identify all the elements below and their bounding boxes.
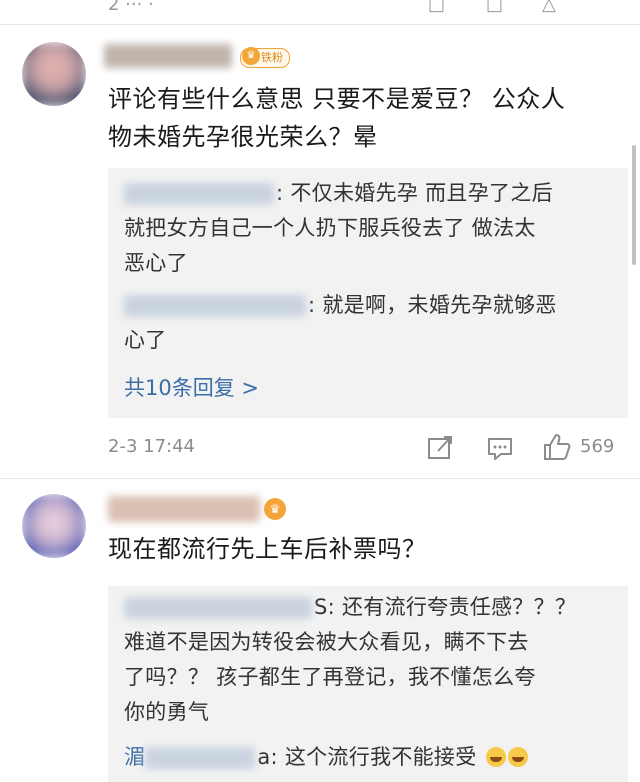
comment-body: 现在都流行先上车后补票吗？ bbox=[108, 530, 427, 568]
reply-line: 难道不是因为转役会被大众看见，瞒不下去 bbox=[124, 630, 529, 654]
scrollbar[interactable] bbox=[632, 145, 636, 265]
comment-icon[interactable] bbox=[486, 436, 514, 462]
reply-line: a: 这个流行我不能接受 bbox=[257, 745, 477, 769]
divider bbox=[0, 24, 640, 25]
fan-badge: ♛ 铁粉 bbox=[240, 47, 290, 68]
comment-line: 现在都流行先上车后补票吗？ bbox=[108, 535, 427, 563]
timestamp: 2-3 17:44 bbox=[108, 436, 195, 457]
divider bbox=[0, 478, 640, 479]
reply-item[interactable]: 湄 a: 这个流行我不能接受 bbox=[124, 740, 528, 775]
laughing-crying-emoji-icon bbox=[485, 747, 506, 767]
reply-line: 了吗？？ 孩子都生了再登记，我不懂怎么夸 bbox=[124, 665, 536, 689]
reply-preview-box[interactable]: S: 还有流行夸责任感？？？ 难道不是因为转役会被大众看见，瞒不下去 了吗？？ … bbox=[108, 586, 628, 782]
like-icon[interactable] bbox=[542, 432, 572, 462]
reply-preview-box[interactable]: : 不仅未婚先孕 而且孕了之后 就把女方自己一个人扔下服兵役去了 做法太 恶心了… bbox=[108, 168, 628, 418]
view-all-replies-link[interactable]: 共10条回复 > bbox=[124, 372, 259, 402]
crown-icon: ♛ bbox=[264, 498, 286, 520]
reply-line: 就把女方自己一个人扔下服兵役去了 做法太 bbox=[124, 216, 536, 240]
share-icon[interactable] bbox=[426, 435, 454, 461]
reply-username-redacted[interactable] bbox=[145, 747, 256, 769]
reply-username-redacted[interactable] bbox=[124, 597, 312, 619]
username-redacted[interactable] bbox=[104, 44, 232, 68]
reply-username-redacted[interactable] bbox=[124, 183, 274, 205]
reply-line: : 不仅未婚先孕 而且孕了之后 bbox=[276, 181, 553, 205]
comment-line: 物未婚先孕很光荣么？晕 bbox=[108, 123, 378, 151]
reply-item[interactable]: : 不仅未婚先孕 而且孕了之后 就把女方自己一个人扔下服兵役去了 做法太 恶心了 bbox=[124, 176, 553, 281]
comment-icon[interactable]: □ bbox=[486, 0, 503, 15]
previous-comment-footer: 2 ··· · □ □ △ bbox=[0, 0, 640, 15]
avatar[interactable] bbox=[22, 494, 86, 558]
badge-label: 铁粉 bbox=[261, 51, 283, 64]
reply-line: 心了 bbox=[124, 328, 167, 352]
reply-line: 你的勇气 bbox=[124, 700, 210, 724]
reply-line: : 就是啊，未婚先孕就够恶 bbox=[308, 293, 557, 317]
like-count: 569 bbox=[580, 436, 615, 457]
reply-line: 恶心了 bbox=[124, 251, 188, 275]
laughing-crying-emoji-icon bbox=[507, 747, 528, 767]
crown-icon: ♛ bbox=[242, 47, 260, 65]
reply-username-redacted[interactable] bbox=[124, 295, 306, 317]
comment-body: 评论有些什么意思 只要不是爱豆？ 公众人 物未婚先孕很光荣么？晕 bbox=[108, 80, 565, 156]
previous-meta-fragment: 2 ··· · bbox=[108, 0, 154, 15]
share-icon[interactable]: □ bbox=[428, 0, 445, 15]
reply-line: S: 还有流行夸责任感？？？ bbox=[314, 595, 577, 619]
reply-name-fragment: 湄 bbox=[124, 745, 146, 769]
avatar[interactable] bbox=[22, 42, 86, 106]
reply-item[interactable]: : 就是啊，未婚先孕就够恶 心了 bbox=[124, 288, 557, 358]
like-icon[interactable]: △ bbox=[542, 0, 556, 15]
comment-line: 评论有些什么意思 只要不是爱豆？ 公众人 bbox=[108, 85, 566, 113]
username-redacted[interactable] bbox=[108, 496, 260, 522]
reply-item[interactable]: S: 还有流行夸责任感？？？ 难道不是因为转役会被大众看见，瞒不下去 了吗？？ … bbox=[124, 590, 576, 730]
